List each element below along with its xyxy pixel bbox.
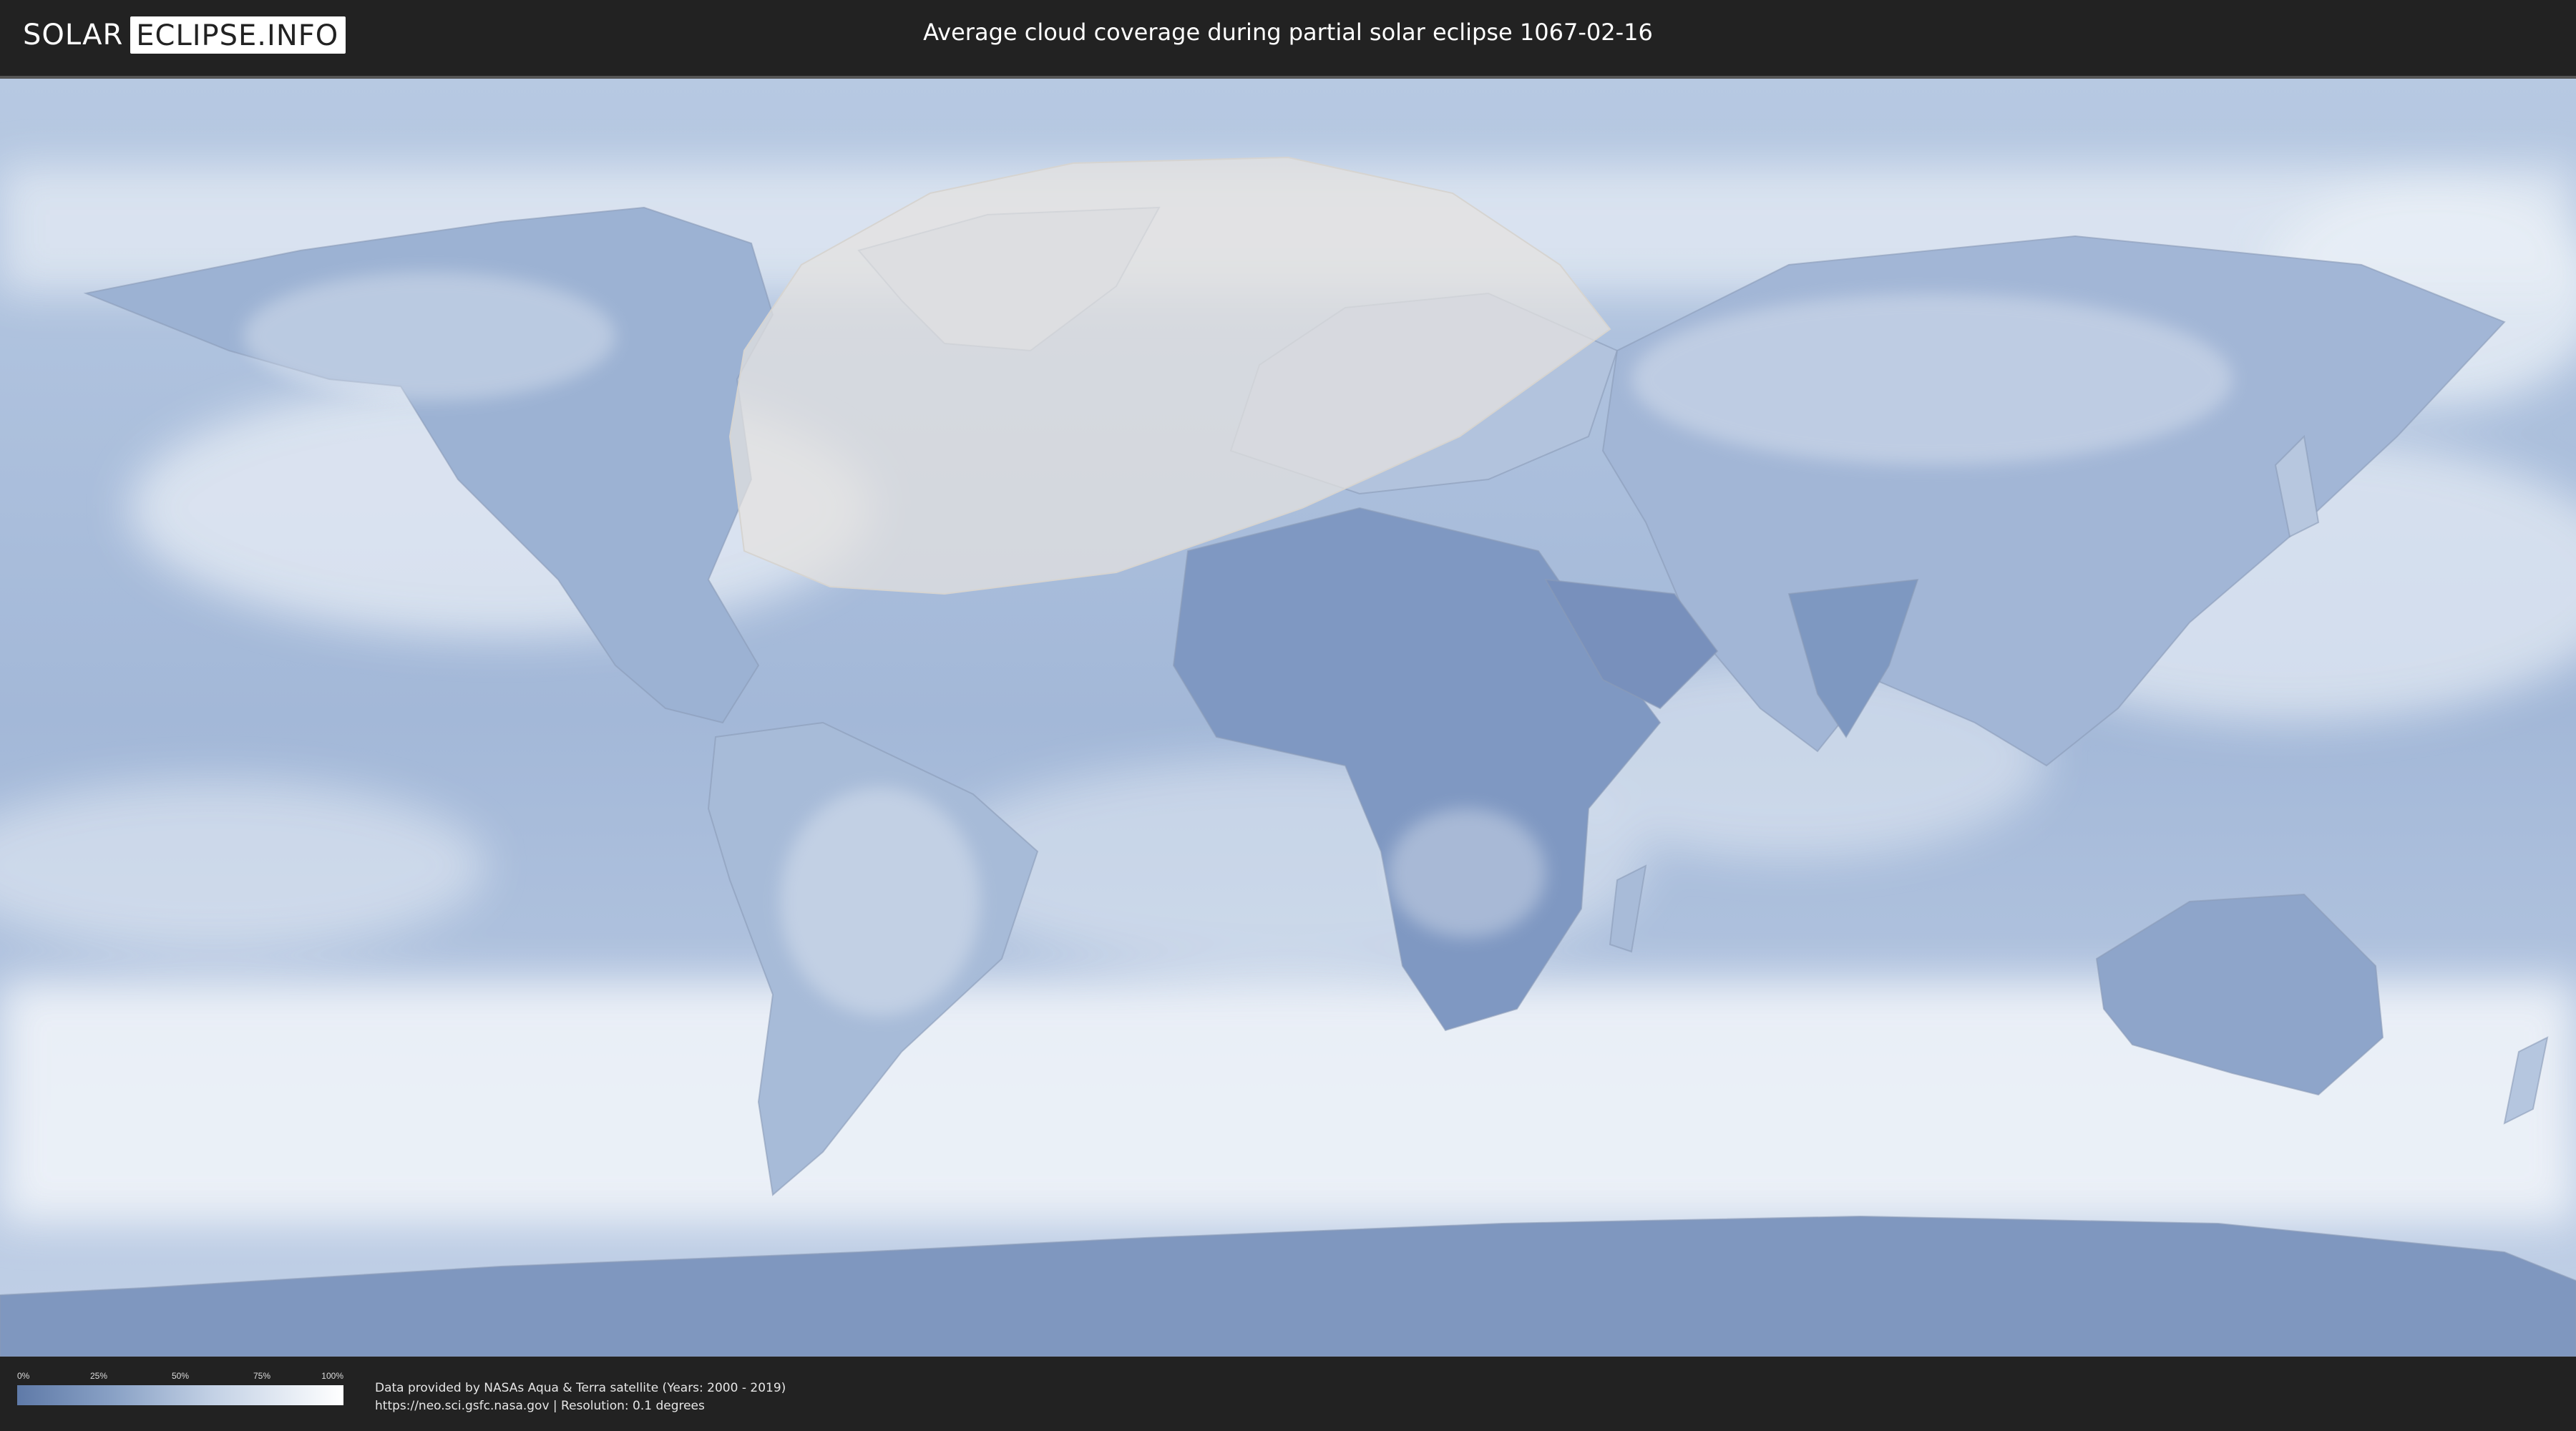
credit-line-source: Data provided by NASAs Aqua & Terra sate… (375, 1381, 786, 1395)
footer-bar: 0% 25% 50% 75% 100% Data provided by NAS… (0, 1357, 2576, 1431)
world-map-svg (0, 79, 2576, 1357)
cloud-coverage-legend: 0% 25% 50% 75% 100% (17, 1371, 343, 1405)
page-title: Average cloud coverage during partial so… (923, 19, 1653, 46)
data-credits: Data provided by NASAs Aqua & Terra sate… (375, 1379, 786, 1415)
legend-tick-100: 100% (321, 1371, 343, 1381)
legend-tick-75: 75% (253, 1371, 271, 1381)
credit-line-url[interactable]: https://neo.sci.gsfc.nasa.gov | Resoluti… (375, 1397, 786, 1415)
legend-ticks: 0% 25% 50% 75% 100% (17, 1371, 343, 1382)
legend-tick-0: 0% (17, 1371, 30, 1381)
cloud-coverage-map (0, 76, 2576, 1359)
legend-color-bar (17, 1385, 343, 1405)
legend-tick-25: 25% (89, 1371, 108, 1381)
legend-tick-50: 50% (171, 1371, 190, 1381)
header-bar: SOLAR ECLIPSE.INFO Average cloud coverag… (0, 0, 2576, 72)
